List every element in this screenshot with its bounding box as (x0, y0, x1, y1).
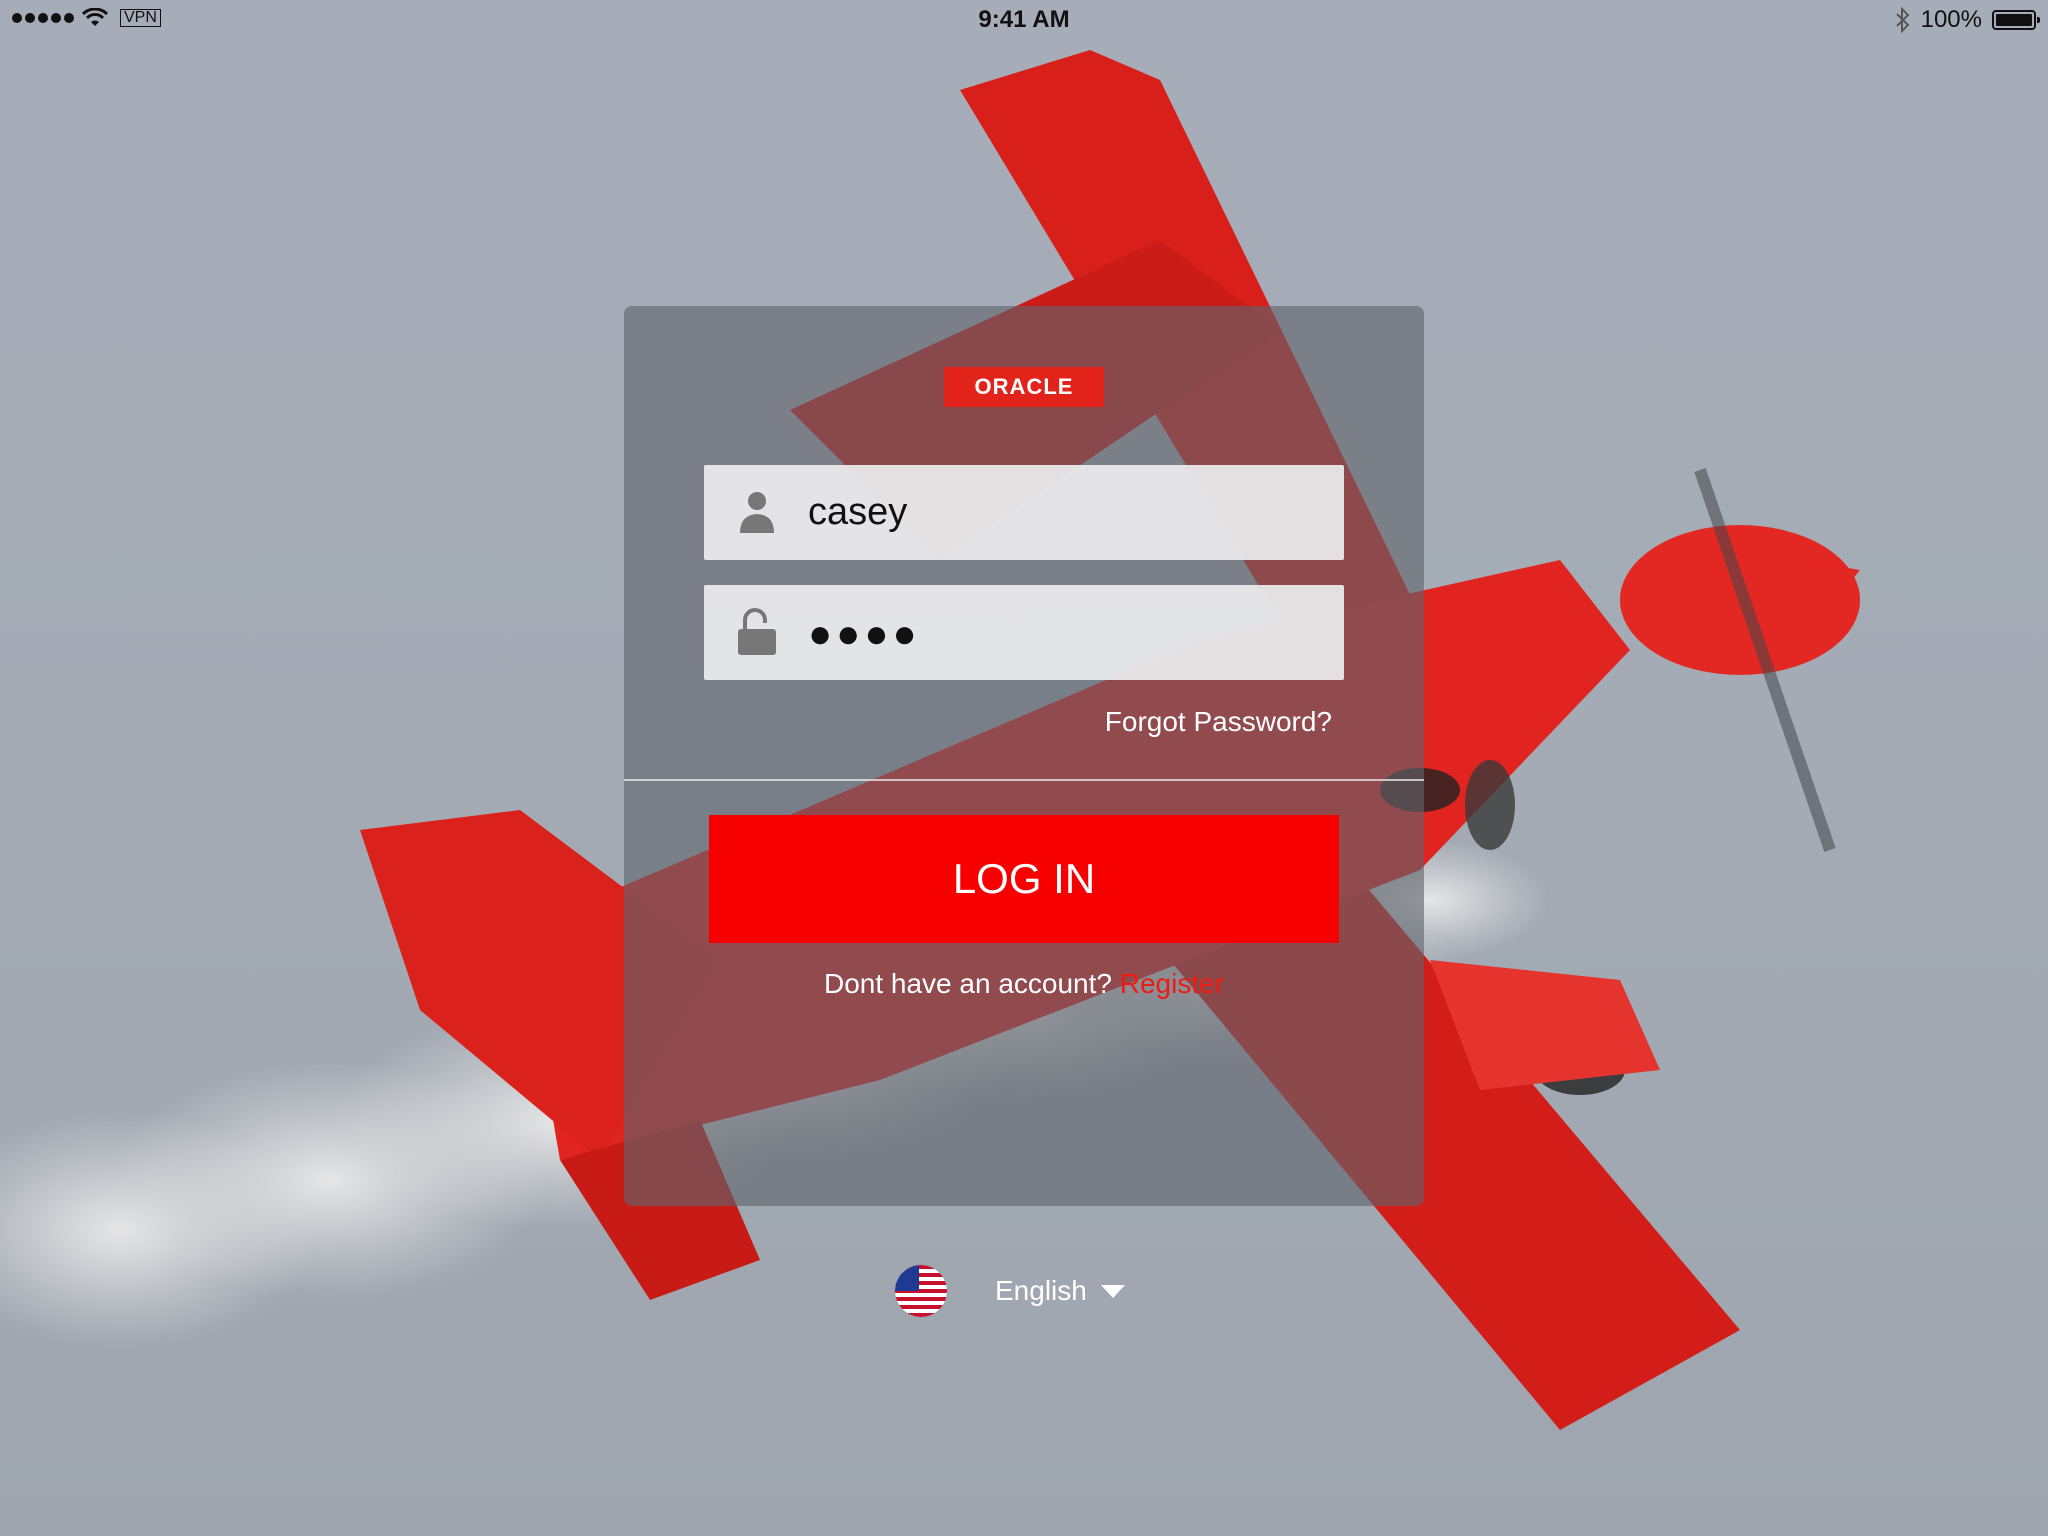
password-field[interactable]: ●●●● (704, 585, 1344, 680)
login-button[interactable]: LOG IN (709, 815, 1339, 943)
bluetooth-icon (1895, 7, 1910, 33)
no-account-text: Dont have an account? (823, 968, 1112, 999)
language-label[interactable]: English (995, 1275, 1087, 1307)
status-right: 100% (1895, 6, 2040, 34)
login-panel: ORACLE casey ●●●● Forgot Password? LOG I… (624, 306, 1424, 1206)
forgot-password-link[interactable]: Forgot Password? (1105, 706, 1332, 738)
unlock-icon (738, 608, 776, 655)
oracle-logo: ORACLE (944, 367, 1104, 407)
signup-prompt: Dont have an account? Register (624, 968, 1424, 1000)
caret-down-icon[interactable] (1100, 1284, 1125, 1298)
username-field[interactable]: casey (704, 465, 1344, 560)
username-input[interactable]: casey (808, 487, 907, 537)
us-flag-icon (895, 1265, 947, 1317)
status-time: 9:41 AM (978, 6, 1070, 33)
language-selector[interactable]: English (895, 1265, 1125, 1317)
status-bar: VPN 9:41 AM 100% (0, 0, 2048, 40)
battery-percent: 100% (1920, 6, 1982, 33)
password-input[interactable]: ●●●● (808, 609, 921, 659)
battery-icon (1992, 10, 2040, 30)
register-link[interactable]: Register (1120, 968, 1224, 999)
panel-divider (624, 779, 1424, 781)
user-icon (740, 492, 774, 533)
